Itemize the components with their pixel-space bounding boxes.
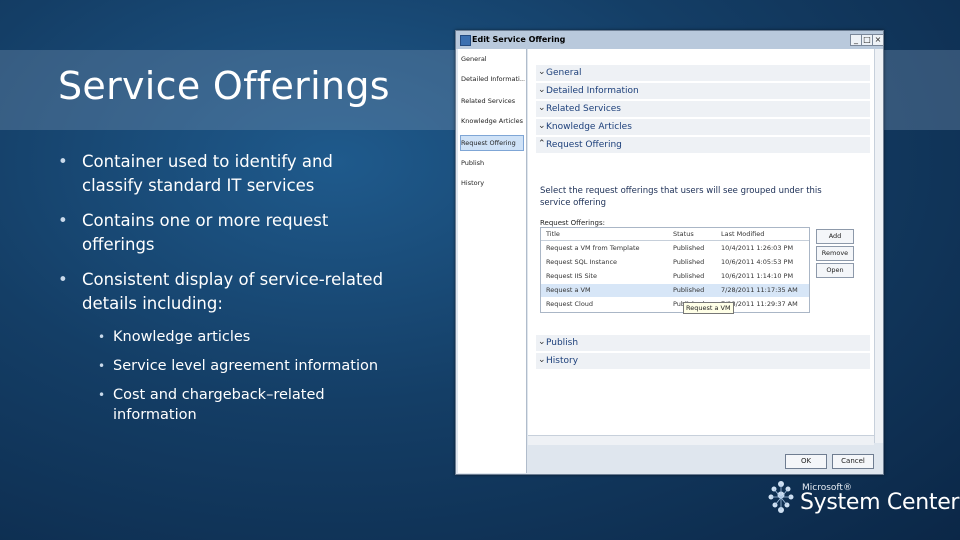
cell-modified: 10/6/2011 1:14:10 PM <box>721 272 794 280</box>
cell-status: Published <box>673 272 705 280</box>
chevron-down-icon: ⌄ <box>538 121 546 131</box>
window-titlebar[interactable]: Edit Service Offering _ □ × <box>456 31 884 49</box>
nav-item-detailed-information[interactable]: Detailed Informati... <box>461 75 525 83</box>
section-label: Publish <box>546 338 579 348</box>
sub-bullet-item: • Cost and chargeback–related information <box>98 385 388 425</box>
row-tooltip: Request a VM <box>683 302 734 314</box>
sub-bullet-item: • Service level agreement information <box>98 356 388 376</box>
cancel-button[interactable]: Cancel <box>832 454 874 469</box>
bullet-dot-icon: • <box>98 330 106 344</box>
bullet-text: Container used to identify and classify … <box>82 152 333 195</box>
add-button[interactable]: Add <box>816 229 854 244</box>
cell-modified: 10/6/2011 4:05:53 PM <box>721 258 794 266</box>
nav-item-publish[interactable]: Publish <box>461 159 525 167</box>
ok-button[interactable]: OK <box>785 454 827 469</box>
nav-item-related-services[interactable]: Related Services <box>461 97 525 105</box>
sub-bullet-text: Service level agreement information <box>113 358 379 374</box>
window-title: Edit Service Offering <box>472 35 566 44</box>
chevron-down-icon: ⌄ <box>538 103 546 113</box>
section-description: Select the request offerings that users … <box>540 186 822 208</box>
table-row[interactable]: Request a VM from Template Published 10/… <box>541 242 809 255</box>
table-row[interactable]: Request IIS Site Published 10/6/2011 1:1… <box>541 270 809 283</box>
cell-title: Request a VM from Template <box>546 244 640 252</box>
bullet-text: Consistent display of service-related de… <box>82 270 384 313</box>
cell-modified: 7/28/2011 11:17:35 AM <box>721 286 798 294</box>
section-label: Knowledge Articles <box>546 122 632 132</box>
bullet-text: Contains one or more request offerings <box>82 211 329 254</box>
cell-title: Request a VM <box>546 286 591 294</box>
content-pane: ⌄ General ⌄ Detailed Information ⌄ Related … <box>528 49 874 443</box>
system-center-logo-icon <box>768 481 794 513</box>
cell-title: Request SQL Instance <box>546 258 618 266</box>
chevron-down-icon: ⌄ <box>538 337 546 347</box>
bullet-item: • Container used to identify and classify… <box>58 150 388 198</box>
chevron-down-icon: ⌄ <box>538 67 546 77</box>
nav-item-general[interactable]: General <box>461 55 525 63</box>
bullet-item: • Consistent display of service-related d… <box>58 268 388 316</box>
bullet-dot-icon: • <box>98 359 106 373</box>
section-label: Request Offering <box>546 140 622 150</box>
sub-bullet-text: Cost and chargeback–related information <box>113 387 325 423</box>
grid-label: Request Offerings: <box>540 219 606 227</box>
cell-status: Published <box>673 258 705 266</box>
slide-title: Service Offerings <box>58 64 390 108</box>
close-button[interactable]: × <box>872 34 884 46</box>
section-label: History <box>546 356 579 366</box>
chevron-down-icon: ⌄ <box>538 85 546 95</box>
nav-item-history[interactable]: History <box>461 179 525 187</box>
table-row[interactable]: Request Cloud Published 7/28/2011 11:29:… <box>541 298 809 311</box>
horizontal-scrollbar[interactable] <box>528 435 874 445</box>
column-header-title[interactable]: Title <box>546 230 560 238</box>
open-button[interactable]: Open <box>816 263 854 278</box>
sub-bullet-item: • Knowledge articles <box>98 327 388 347</box>
bullet-item: • Contains one or more request offerings <box>58 209 388 257</box>
cell-status: Published <box>673 286 705 294</box>
section-request-offering[interactable]: ⌃ Request Offering <box>536 137 870 153</box>
bullet-dot-icon: • <box>58 211 68 230</box>
section-label: Detailed Information <box>546 86 639 96</box>
section-related-services[interactable]: ⌄ Related Services <box>536 101 870 117</box>
section-detailed-information[interactable]: ⌄ Detailed Information <box>536 83 870 99</box>
cell-modified: 10/4/2011 1:26:03 PM <box>721 244 794 252</box>
vertical-scrollbar[interactable] <box>874 49 883 443</box>
app-icon <box>460 35 471 46</box>
nav-item-knowledge-articles[interactable]: Knowledge Articles <box>461 117 525 125</box>
section-history[interactable]: ⌄ History <box>536 353 870 369</box>
grid-header: Title Status Last Modified <box>541 228 809 241</box>
chevron-down-icon: ⌄ <box>538 355 546 365</box>
section-knowledge-articles[interactable]: ⌄ Knowledge Articles <box>536 119 870 135</box>
bullet-dot-icon: • <box>98 388 106 402</box>
table-row-selected[interactable]: Request a VM Published 7/28/2011 11:17:3… <box>541 284 809 297</box>
section-label: General <box>546 68 582 78</box>
logo-system-center-text: System Center <box>800 490 960 515</box>
sub-bullet-text: Knowledge articles <box>113 329 251 345</box>
bullet-dot-icon: • <box>58 270 68 289</box>
cell-title: Request Cloud <box>546 300 594 308</box>
bullet-dot-icon: • <box>58 152 68 171</box>
section-general[interactable]: ⌄ General <box>536 65 870 81</box>
chevron-up-icon: ⌃ <box>538 139 546 149</box>
section-label: Related Services <box>546 104 621 114</box>
column-header-last-modified[interactable]: Last Modified <box>721 230 764 238</box>
column-header-status[interactable]: Status <box>673 230 694 238</box>
section-publish[interactable]: ⌄ Publish <box>536 335 870 351</box>
cell-status: Published <box>673 244 705 252</box>
remove-button[interactable]: Remove <box>816 246 854 261</box>
table-row[interactable]: Request SQL Instance Published 10/6/2011… <box>541 256 809 269</box>
edit-service-offering-window: Edit Service Offering _ □ × General Deta… <box>455 30 884 475</box>
nav-item-request-offering[interactable]: Request Offering <box>460 135 524 151</box>
request-offerings-grid: Title Status Last Modified Request a VM … <box>540 227 810 313</box>
nav-pane: General Detailed Informati... Related Se… <box>458 49 527 473</box>
bullet-list: • Container used to identify and classify… <box>58 150 388 434</box>
cell-title: Request IIS Site <box>546 272 597 280</box>
